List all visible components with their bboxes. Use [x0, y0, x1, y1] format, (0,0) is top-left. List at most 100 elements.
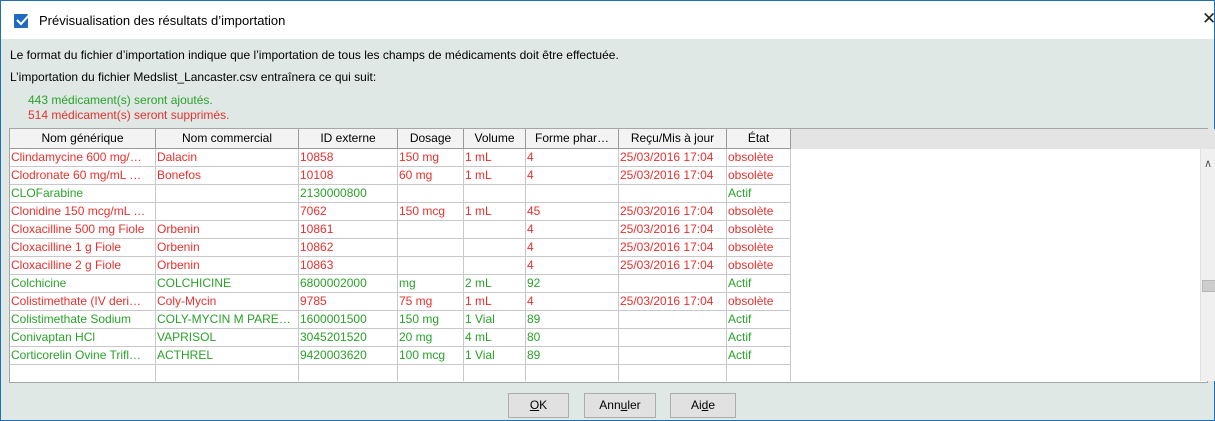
- column-header-dosage[interactable]: Dosage: [398, 129, 464, 149]
- cell-volume: [464, 221, 526, 239]
- column-header-volume[interactable]: Volume: [464, 129, 526, 149]
- table-row[interactable]: Clodronate 60 mg/mL … Bonefos 10108 60 mg 1 …: [10, 167, 791, 185]
- cell-nom-commercial: Bonefos: [156, 167, 299, 185]
- table-row[interactable]: Conivaptan HCl VAPRISOL 3045201520 20 mg 4 m…: [10, 329, 791, 347]
- cell-nom-generique: Colchicine: [10, 275, 156, 293]
- cell-nom-commercial: ACTHREL: [156, 347, 299, 365]
- cell-forme-pharmaceutique: 4: [526, 239, 619, 257]
- column-header-recu-mis-a-jour[interactable]: Reçu/Mis à jour: [619, 129, 727, 149]
- cell-nom-generique: CLOFarabine: [10, 185, 156, 203]
- cell-nom-commercial: [156, 203, 299, 221]
- cell-volume: 1 mL: [464, 203, 526, 221]
- chevron-up-icon[interactable]: ∧: [1204, 157, 1212, 170]
- table-row[interactable]: Colistimethate Sodium COLY-MYCIN M PARE… 1…: [10, 311, 791, 329]
- cell-recu-mis-a-jour: 25/03/2016 17:04: [619, 239, 727, 257]
- cell-dosage: [398, 221, 464, 239]
- cell-nom-commercial: VAPRISOL: [156, 329, 299, 347]
- cell-id-externe: 1600001500: [299, 311, 398, 329]
- cell-dosage: mg: [398, 275, 464, 293]
- cell-etat: Actif: [727, 185, 791, 203]
- cell-nom-commercial: [156, 185, 299, 203]
- format-message: Le format du fichier d’importation indiq…: [10, 48, 619, 62]
- cell-etat: Actif: [727, 275, 791, 293]
- cell-volume: 1 Vial: [464, 347, 526, 365]
- cell-dosage: 100 mcg: [398, 347, 464, 365]
- cell-etat: obsolète: [727, 167, 791, 185]
- cell-nom-commercial: Orbenin: [156, 239, 299, 257]
- import-preview-dialog: Prévisualisation des résultats d’importa…: [0, 0, 1215, 421]
- cell-forme-pharmaceutique: [526, 185, 619, 203]
- cell-etat: obsolète: [727, 149, 791, 167]
- cell-forme-pharmaceutique: 4: [526, 221, 619, 239]
- cell-nom-commercial: [156, 365, 299, 381]
- checkbox-checked-icon: [14, 13, 31, 28]
- vertical-scrollbar[interactable]: ∧: [1200, 149, 1215, 381]
- cell-volume: 1 mL: [464, 149, 526, 167]
- table-row[interactable]: Cloxacilline 500 mg Fiole Orbenin 10861 4 25…: [10, 221, 791, 239]
- cell-nom-generique: Cloxacilline 500 mg Fiole: [10, 221, 156, 239]
- removed-count-text: 514 médicament(s) seront supprimés.: [28, 108, 230, 122]
- table-row[interactable]: CLOFarabine 2130000800 Actif: [10, 185, 791, 203]
- cell-recu-mis-a-jour: [619, 275, 727, 293]
- cell-recu-mis-a-jour: [619, 347, 727, 365]
- cell-nom-commercial: COLCHICINE: [156, 275, 299, 293]
- help-button[interactable]: Aide: [670, 393, 736, 418]
- table-row[interactable]: Colistimethate (IV deri… Coly-Mycin 9785 75…: [10, 293, 791, 311]
- column-header-etat[interactable]: État: [727, 129, 791, 149]
- cell-etat: obsolète: [727, 293, 791, 311]
- cell-dosage: 20 mg: [398, 329, 464, 347]
- cell-nom-commercial: Dalacin: [156, 149, 299, 167]
- scrollbar-thumb[interactable]: [1202, 280, 1215, 292]
- cell-nom-commercial: Orbenin: [156, 257, 299, 275]
- table-row[interactable]: Cloxacilline 1 g Fiole Orbenin 10862 4 25/03…: [10, 239, 791, 257]
- cell-nom-commercial: Orbenin: [156, 221, 299, 239]
- cell-id-externe: 10863: [299, 257, 398, 275]
- cell-forme-pharmaceutique: 92: [526, 275, 619, 293]
- table-row[interactable]: [10, 365, 791, 381]
- table-row[interactable]: Cloxacilline 2 g Fiole Orbenin 10863 4 25/03…: [10, 257, 791, 275]
- cell-forme-pharmaceutique: [526, 365, 619, 381]
- cell-dosage: [398, 365, 464, 381]
- cell-id-externe: 2130000800: [299, 185, 398, 203]
- cell-recu-mis-a-jour: 25/03/2016 17:04: [619, 167, 727, 185]
- column-header-nom-generique[interactable]: Nom générique: [10, 129, 156, 149]
- cell-recu-mis-a-jour: 25/03/2016 17:04: [619, 257, 727, 275]
- cell-volume: [464, 365, 526, 381]
- cell-etat: Actif: [727, 329, 791, 347]
- cell-nom-generique: Cloxacilline 1 g Fiole: [10, 239, 156, 257]
- column-header-forme-pharmaceutique[interactable]: Forme phar…: [526, 129, 619, 149]
- cell-nom-commercial: Coly-Mycin: [156, 293, 299, 311]
- column-header-nom-commercial[interactable]: Nom commercial: [156, 129, 299, 149]
- cell-etat: Actif: [727, 311, 791, 329]
- cell-recu-mis-a-jour: 25/03/2016 17:04: [619, 149, 727, 167]
- table-row[interactable]: Clindamycine 600 mg/… Dalacin 10858 150 mg 1…: [10, 149, 791, 167]
- cell-volume: 2 mL: [464, 275, 526, 293]
- cell-id-externe: 6800002000: [299, 275, 398, 293]
- import-file-message: L’importation du fichier Medslist_Lancas…: [10, 70, 377, 84]
- cell-forme-pharmaceutique: 4: [526, 293, 619, 311]
- cell-forme-pharmaceutique: 4: [526, 257, 619, 275]
- ok-button[interactable]: OK: [508, 393, 569, 418]
- cell-recu-mis-a-jour: [619, 185, 727, 203]
- table-row[interactable]: Clonidine 150 mcg/mL … 7062 150 mcg 1 mL 45 2…: [10, 203, 791, 221]
- close-icon[interactable]: ✕: [1202, 9, 1215, 29]
- column-header-id-externe[interactable]: ID externe: [299, 129, 398, 149]
- cancel-button[interactable]: Annuler: [584, 393, 656, 418]
- cell-id-externe: 10861: [299, 221, 398, 239]
- cell-etat: Actif: [727, 347, 791, 365]
- cell-nom-generique: [10, 365, 156, 381]
- table-row[interactable]: Corticorelin Ovine Trifl… ACTHREL 94200036…: [10, 347, 791, 365]
- cell-forme-pharmaceutique: 80: [526, 329, 619, 347]
- cell-forme-pharmaceutique: 89: [526, 347, 619, 365]
- cell-nom-generique: Colistimethate (IV deri…: [10, 293, 156, 311]
- cell-id-externe: 7062: [299, 203, 398, 221]
- cell-dosage: [398, 185, 464, 203]
- cell-volume: [464, 239, 526, 257]
- cell-volume: [464, 185, 526, 203]
- cell-dosage: 150 mg: [398, 149, 464, 167]
- cell-id-externe: 9420003620: [299, 347, 398, 365]
- cell-dosage: 60 mg: [398, 167, 464, 185]
- cell-volume: 1 mL: [464, 293, 526, 311]
- table-row[interactable]: Colchicine COLCHICINE 6800002000 mg 2 mL 92 Ac…: [10, 275, 791, 293]
- cell-dosage: [398, 257, 464, 275]
